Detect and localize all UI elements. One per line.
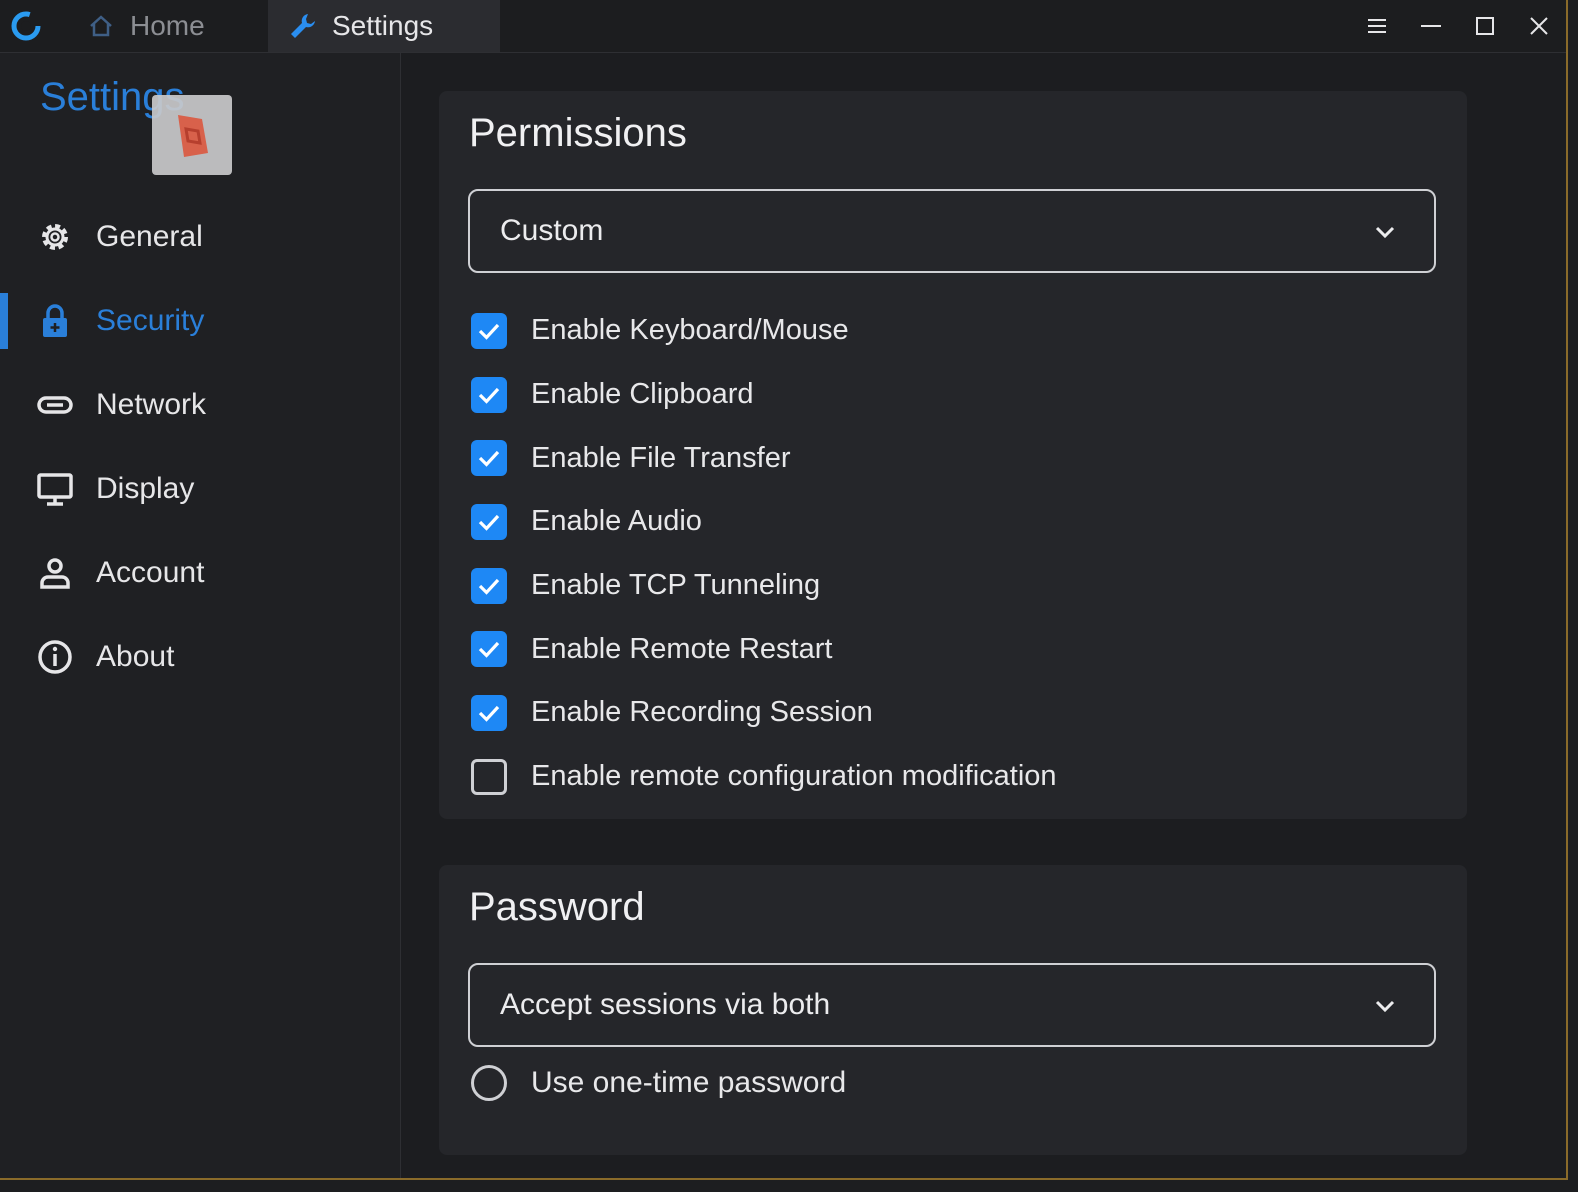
tab-home[interactable]: Home bbox=[66, 0, 266, 52]
app-logo-icon bbox=[11, 11, 41, 41]
checkbox-file-transfer[interactable] bbox=[471, 440, 507, 477]
app-drag-icon bbox=[178, 115, 208, 157]
title-bar[interactable]: Home Settings bbox=[0, 0, 1566, 53]
sidebar-item-label: About bbox=[96, 640, 175, 673]
wrench-icon bbox=[291, 14, 315, 38]
sidebar: Settings General Security Network Displa… bbox=[0, 53, 401, 1178]
sidebar-item-general[interactable]: General bbox=[0, 195, 400, 279]
checkbox-remote-restart[interactable] bbox=[471, 631, 507, 668]
home-icon bbox=[90, 15, 112, 37]
checkmark-icon bbox=[478, 451, 500, 468]
hamburger-menu-icon bbox=[1368, 19, 1386, 33]
sidebar-item-label: Display bbox=[96, 472, 195, 505]
checkbox-tcp-tunneling[interactable] bbox=[471, 567, 507, 604]
radio-row-one-time-password[interactable]: Use one-time password bbox=[471, 1065, 846, 1101]
checkbox-clipboard[interactable] bbox=[471, 376, 507, 413]
sidebar-item-network[interactable]: Network bbox=[0, 363, 400, 447]
permissions-list: Enable Keyboard/Mouse Enable Clipboard E… bbox=[471, 299, 1057, 809]
password-title: Password bbox=[469, 885, 645, 929]
window-controls bbox=[1350, 0, 1566, 52]
password-select-value: Accept sessions via both bbox=[500, 988, 831, 1021]
user-icon bbox=[40, 558, 70, 589]
checkbox-remote-config[interactable] bbox=[471, 758, 507, 795]
checkbox-label: Enable Remote Restart bbox=[531, 632, 833, 665]
checkbox-audio[interactable] bbox=[471, 503, 507, 540]
checkbox-label: Enable Audio bbox=[531, 505, 702, 538]
sidebar-item-about[interactable]: About bbox=[0, 615, 400, 699]
tab-settings[interactable]: Settings bbox=[268, 0, 500, 52]
lock-icon bbox=[43, 304, 67, 337]
checkbox-row-file-transfer[interactable]: Enable File Transfer bbox=[471, 426, 1057, 490]
permissions-card: Permissions Custom Enable Keyboard/Mouse bbox=[439, 91, 1467, 819]
sidebar-nav: General Security Network Display Account… bbox=[0, 195, 400, 699]
sidebar-item-label: Network bbox=[96, 388, 207, 421]
checkbox-row-clipboard[interactable]: Enable Clipboard bbox=[471, 363, 1057, 427]
checkbox-label: Enable Recording Session bbox=[531, 696, 873, 729]
sidebar-item-label: General bbox=[96, 220, 203, 253]
link-icon bbox=[37, 396, 73, 414]
sidebar-item-label: Account bbox=[96, 556, 205, 589]
radio-one-time-password[interactable] bbox=[471, 1065, 507, 1101]
checkmark-icon bbox=[478, 323, 500, 340]
checkbox-recording-session[interactable] bbox=[471, 694, 507, 731]
checkbox-row-tcp-tunneling[interactable]: Enable TCP Tunneling bbox=[471, 554, 1057, 618]
close-icon bbox=[1530, 17, 1548, 35]
menu-button[interactable] bbox=[1350, 0, 1404, 52]
checkbox-row-recording-session[interactable]: Enable Recording Session bbox=[471, 681, 1057, 745]
checkbox-label: Enable Clipboard bbox=[531, 378, 754, 411]
sidebar-item-label: Security bbox=[96, 304, 205, 337]
checkbox-label: Enable Keyboard/Mouse bbox=[531, 314, 849, 347]
tab-settings-label: Settings bbox=[332, 10, 434, 41]
checkmark-icon bbox=[478, 514, 500, 531]
sidebar-item-display[interactable]: Display bbox=[0, 447, 400, 531]
chevron-down-icon bbox=[1375, 1000, 1395, 1013]
radio-label: Use one-time password bbox=[531, 1066, 847, 1099]
info-icon bbox=[38, 640, 72, 674]
checkmark-icon bbox=[478, 387, 500, 404]
checkbox-row-remote-restart[interactable]: Enable Remote Restart bbox=[471, 617, 1057, 681]
permissions-title: Permissions bbox=[469, 111, 687, 155]
permissions-select-value: Custom bbox=[500, 214, 604, 247]
app-window: Home Settings Settings General Security … bbox=[0, 0, 1568, 1180]
checkbox-label: Enable remote configuration modification bbox=[531, 760, 1057, 793]
monitor-icon bbox=[37, 473, 73, 506]
checkbox-row-keyboard-mouse[interactable]: Enable Keyboard/Mouse bbox=[471, 299, 1057, 363]
checkbox-row-remote-config[interactable]: Enable remote configuration modification bbox=[471, 745, 1057, 809]
gear-icon bbox=[42, 224, 68, 250]
minimize-icon bbox=[1421, 25, 1441, 27]
password-card: Password Accept sessions via both Use on… bbox=[439, 865, 1467, 1155]
checkmark-icon bbox=[478, 578, 500, 595]
checkbox-row-audio[interactable]: Enable Audio bbox=[471, 490, 1057, 554]
maximize-icon bbox=[1476, 17, 1494, 35]
checkbox-label: Enable TCP Tunneling bbox=[531, 569, 821, 602]
chevron-down-icon bbox=[1375, 226, 1395, 239]
checkbox-keyboard-mouse[interactable] bbox=[471, 312, 507, 349]
settings-content: Permissions Custom Enable Keyboard/Mouse bbox=[401, 53, 1566, 1178]
sidebar-item-account[interactable]: Account bbox=[0, 531, 400, 615]
checkmark-icon bbox=[478, 705, 500, 722]
checkmark-icon bbox=[478, 642, 500, 659]
minimize-button[interactable] bbox=[1404, 0, 1458, 52]
close-button[interactable] bbox=[1512, 0, 1566, 52]
maximize-button[interactable] bbox=[1458, 0, 1512, 52]
sidebar-item-security[interactable]: Security bbox=[0, 279, 400, 363]
permissions-select[interactable]: Custom bbox=[468, 189, 1436, 273]
tab-home-label: Home bbox=[130, 10, 205, 41]
password-select[interactable]: Accept sessions via both bbox=[468, 963, 1436, 1047]
drag-ghost-image bbox=[152, 95, 232, 175]
checkbox-label: Enable File Transfer bbox=[531, 441, 791, 474]
